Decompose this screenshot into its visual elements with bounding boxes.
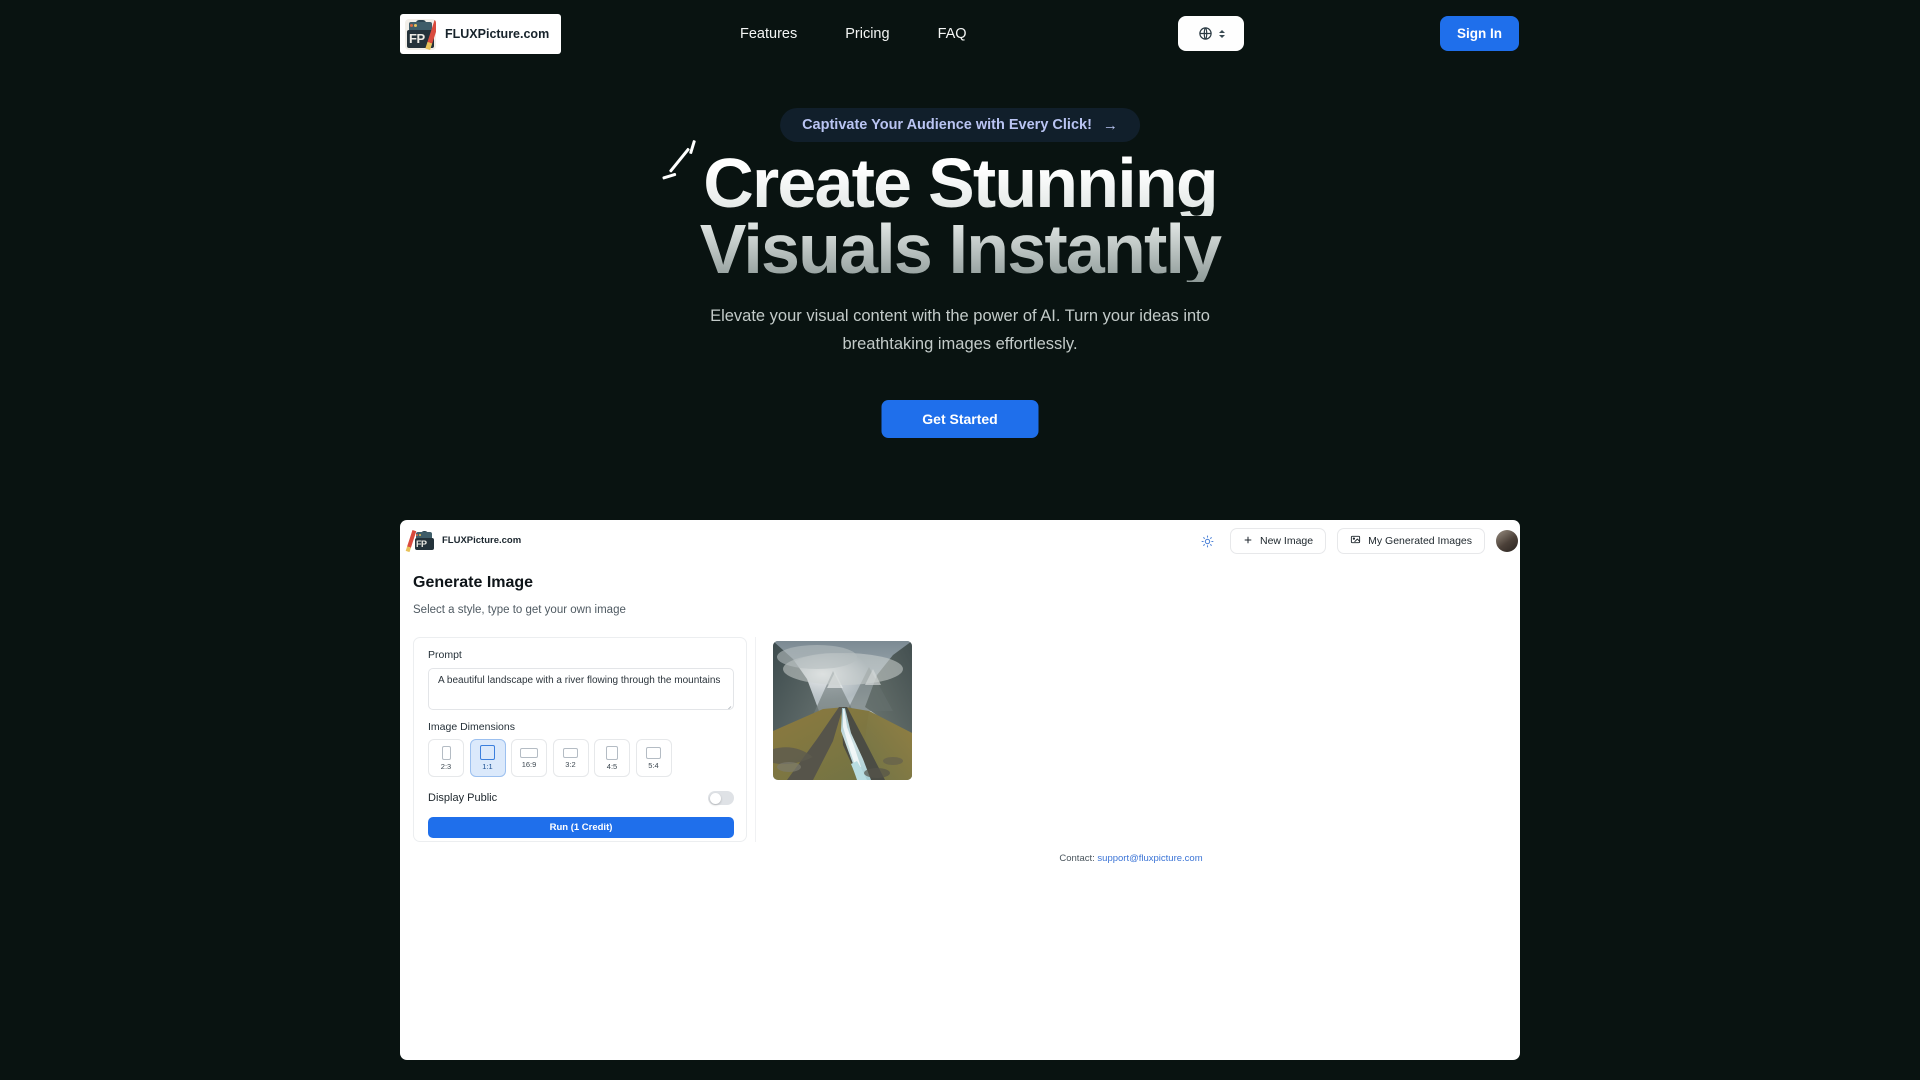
aspect-shape [646,746,661,759]
generate-form-panel: Prompt A beautiful landscape with a rive… [413,637,747,842]
display-public-toggle[interactable] [708,791,734,805]
camera-pencil-logo-icon: FP [405,529,435,553]
run-button[interactable]: Run (1 Credit) [428,817,734,838]
arrow-right-icon: → [1102,116,1118,134]
dimension-option-3-2[interactable]: 3:2 [552,739,589,777]
dimension-label: 2:3 [440,761,452,771]
generated-image-art [773,641,912,780]
result-panel [755,637,1507,842]
aspect-shape [563,747,578,758]
new-image-label: New Image [1260,534,1314,547]
globe-icon [1198,26,1213,41]
sign-in-button[interactable]: Sign In [1440,16,1519,51]
site-logo[interactable]: FP FLUXPicture.com [400,14,562,54]
headline-line-2: Visuals Instantly [0,214,1920,284]
generated-image[interactable] [773,641,912,780]
sun-icon[interactable] [1195,529,1219,553]
dimension-label: 5:4 [648,760,659,770]
page-subtitle: Select a style, type to get your own ima… [413,604,626,616]
get-started-button[interactable]: Get Started [881,400,1039,438]
plus-icon [1243,535,1253,548]
app-toolbar: FP FLUXPicture.com [400,520,1520,562]
support-email-link[interactable]: support@fluxpicture.com [1097,853,1202,864]
dimension-label: 4:5 [606,761,618,771]
hero-subheadline: Elevate your visual content with the pow… [710,307,1210,353]
image-icon [1350,534,1361,548]
language-selector[interactable] [1178,16,1244,51]
display-public-label: Display Public [428,791,498,804]
image-dimensions-label: Image Dimensions [428,720,515,733]
dimension-label: 16:9 [521,759,537,769]
app-toolbar-actions: New Image My Generated Images [1195,520,1520,562]
site-logo-text: FLUXPicture.com [445,26,550,41]
app-preview-window: FP FLUXPicture.com [400,520,1520,1060]
my-generated-images-label: My Generated Images [1368,534,1472,547]
announcement-text: Captivate Your Audience with Every Click… [802,116,1092,133]
top-navigation-bar: FP FLUXPicture.com Features Pricing FAQ … [0,0,1920,68]
nav-link-faq[interactable]: FAQ [938,27,967,42]
dimension-option-16-9[interactable]: 16:9 [511,739,547,777]
aspect-shape [520,747,538,758]
image-dimensions-group: 2:3 1:1 16:9 3:2 4:5 5:4 [428,739,732,777]
prompt-input[interactable]: A beautiful landscape with a river flowi… [428,667,734,710]
aspect-shape [606,745,618,760]
prompt-label: Prompt [428,649,462,661]
hero-headline: Create Stunning Visuals Instantly [0,148,1920,284]
contact-prefix: Contact: [1059,853,1095,864]
dimension-option-1-1[interactable]: 1:1 [469,739,506,777]
dimension-label: 1:1 [482,762,493,772]
nav-link-features[interactable]: Features [740,27,797,42]
dimension-label: 3:2 [565,759,576,769]
page-title: Generate Image [413,574,534,591]
aspect-shape [441,745,451,760]
resize-handle-icon[interactable] [724,700,733,709]
display-public-row: Display Public [428,791,734,805]
nav-links: Features Pricing FAQ [740,0,967,68]
dimension-option-5-4[interactable]: 5:4 [635,739,672,777]
chevron-updown-icon [1218,29,1225,38]
landing-page: FP FLUXPicture.com Features Pricing FAQ … [0,0,1920,1080]
announcement-pill[interactable]: Captivate Your Audience with Every Click… [780,108,1140,142]
aspect-shape [480,745,495,761]
headline-line-1: Create Stunning [0,148,1920,218]
app-logo[interactable]: FP FLUXPicture.com [405,529,522,553]
contact-line: Contact: support@fluxpicture.com [755,854,1507,864]
nav-link-pricing[interactable]: Pricing [845,27,889,42]
dimension-option-2-3[interactable]: 2:3 [428,739,464,777]
dimension-option-4-5[interactable]: 4:5 [594,739,630,777]
my-generated-images-button[interactable]: My Generated Images [1337,528,1485,554]
avatar[interactable] [1496,530,1518,552]
app-logo-text: FLUXPicture.com [442,535,522,547]
new-image-button[interactable]: New Image [1230,528,1327,554]
camera-pencil-logo-icon: FP [405,18,436,50]
